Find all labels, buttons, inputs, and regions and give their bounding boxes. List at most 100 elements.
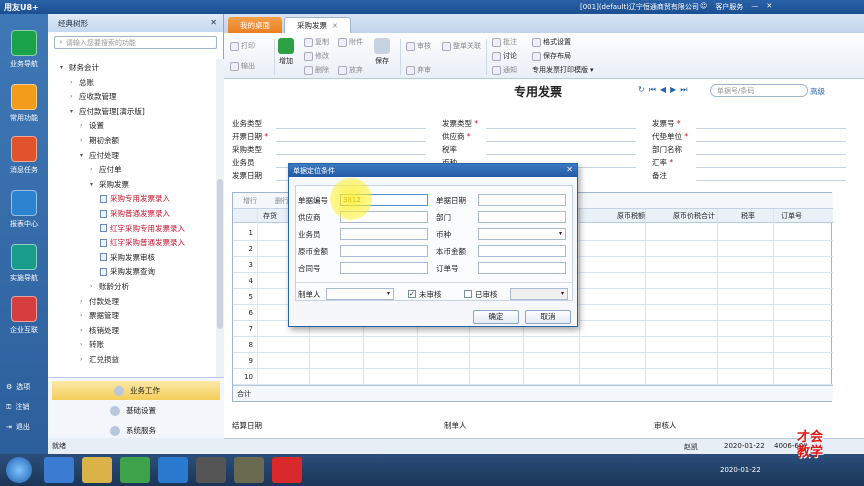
expand-arrow-icon[interactable]: ▾ (70, 108, 76, 115)
expand-arrow-icon[interactable]: › (70, 93, 76, 100)
field-input[interactable] (276, 128, 426, 129)
format-settings-button[interactable]: 格式设置 (532, 37, 571, 47)
field-input[interactable] (696, 141, 846, 142)
expand-arrow-icon[interactable]: ▾ (60, 64, 66, 71)
orig-amount-input[interactable] (340, 245, 428, 257)
field-input[interactable] (276, 154, 426, 155)
user-icon[interactable]: ☺ (700, 2, 707, 12)
supplier-input[interactable] (340, 211, 428, 223)
notify-button[interactable]: 通知 (492, 65, 517, 75)
field-input[interactable] (486, 154, 636, 155)
column-header[interactable]: 订单号 (781, 211, 802, 221)
audited-checkbox[interactable] (464, 290, 472, 298)
currency-select[interactable]: ▾ (478, 228, 566, 240)
tab-desktop[interactable]: 我的桌面 (228, 17, 282, 33)
tree-node[interactable]: 红字采购普通发票录入 (100, 237, 185, 248)
chat-icon[interactable] (158, 457, 188, 483)
whole-link-button[interactable]: 整单关联 (442, 41, 481, 51)
tree-node[interactable]: ▾ 采购发票 (90, 179, 129, 190)
tree-node[interactable]: 采购专用发票录入 (100, 193, 170, 204)
field-input[interactable] (696, 154, 846, 155)
bill-search-input[interactable]: 单据号/条码 (710, 84, 808, 97)
tab-purchase-invoice[interactable]: 采购发票 ✕ (284, 17, 351, 33)
field-input[interactable] (486, 128, 636, 129)
tree-node[interactable]: › 付款处理 (80, 296, 119, 307)
tree-node[interactable]: › 期初余额 (80, 135, 119, 146)
device-icon[interactable] (196, 457, 226, 483)
print-button[interactable]: 打印 (230, 41, 255, 51)
tree-node[interactable]: › 票据管理 (80, 310, 119, 321)
expand-arrow-icon[interactable]: ▾ (80, 152, 86, 159)
expand-arrow-icon[interactable]: › (80, 341, 86, 348)
tree-node[interactable]: › 账龄分析 (90, 281, 129, 292)
clerk-input[interactable] (340, 228, 428, 240)
table-row[interactable]: 9 (233, 353, 833, 369)
copy-button[interactable]: 复制 (304, 37, 329, 47)
options-button[interactable]: ⚙ 选项 (6, 382, 30, 392)
tree-node[interactable]: › 设置 (80, 120, 104, 131)
expand-arrow-icon[interactable]: › (70, 79, 76, 86)
maker-select[interactable]: ▾ (326, 288, 394, 300)
tree-node[interactable]: › 转账 (80, 339, 104, 350)
app-icon[interactable] (234, 457, 264, 483)
table-row[interactable]: 8 (233, 337, 833, 353)
scroll-thumb[interactable] (217, 179, 223, 329)
delete-row-button[interactable]: 删行 (275, 196, 289, 206)
modify-button[interactable]: 修改 (304, 51, 329, 61)
column-header[interactable]: 原币价税合计 (673, 211, 715, 221)
add-button[interactable]: 增加 (278, 38, 294, 66)
attach-button[interactable]: 附件 (338, 37, 363, 47)
nav-implement[interactable]: 实施导航 (0, 244, 48, 283)
save-layout-button[interactable]: 保存布局 (532, 51, 571, 61)
nav-business[interactable]: 业务导航 (0, 30, 48, 69)
exit-button[interactable]: ⇥ 退出 (6, 422, 30, 432)
field-input[interactable] (696, 167, 846, 168)
close-button[interactable]: ✕ (766, 2, 772, 12)
abandon-button[interactable]: 放弃 (338, 65, 363, 75)
tree-node[interactable]: ▾ 应付处理 (80, 150, 119, 161)
tree-node[interactable]: › 核销处理 (80, 325, 119, 336)
annotate-button[interactable]: 批注 (492, 37, 517, 47)
print-template-select[interactable]: 专用发票打印模版 ▾ (532, 65, 594, 75)
nav-message[interactable]: 消息任务 (0, 136, 48, 175)
expand-arrow-icon[interactable]: › (80, 312, 86, 319)
basic-settings-button[interactable]: 基础设置 (48, 401, 224, 420)
expand-arrow-icon[interactable]: › (80, 327, 86, 334)
field-input[interactable] (696, 180, 846, 181)
export-button[interactable]: 输出 (230, 61, 255, 71)
expand-arrow-icon[interactable]: › (80, 137, 86, 144)
order-input[interactable] (478, 262, 566, 274)
prev-record-icon[interactable]: ◀ (660, 85, 666, 95)
tree-node[interactable]: › 总账 (70, 77, 94, 88)
expand-arrow-icon[interactable]: ▾ (90, 181, 96, 188)
business-work-button[interactable]: 业务工作 (52, 381, 220, 400)
u8-icon[interactable] (272, 457, 302, 483)
delete-button[interactable]: 删除 (304, 65, 329, 75)
save-button[interactable]: 保存 (374, 38, 390, 66)
expand-arrow-icon[interactable]: › (80, 298, 86, 305)
field-input[interactable] (276, 141, 426, 142)
tree-node[interactable]: › 汇兑损益 (80, 354, 119, 365)
nav-enterprise[interactable]: 企业互联 (0, 296, 48, 335)
ie-icon[interactable] (44, 457, 74, 483)
nav-report[interactable]: 报表中心 (0, 190, 48, 229)
close-icon[interactable]: ✕ (566, 165, 573, 174)
field-input[interactable] (486, 141, 636, 142)
tree-node[interactable]: 采购发票审核 (100, 252, 155, 263)
tree-node[interactable]: 红字采购专用发票录入 (100, 223, 185, 234)
table-row[interactable]: 10 (233, 369, 833, 385)
audit-button[interactable]: 审核 (406, 41, 431, 51)
logout-button[interactable]: ⚿ 注销 (6, 402, 29, 412)
expand-arrow-icon[interactable]: › (80, 356, 86, 363)
tree-scrollbar[interactable] (216, 59, 224, 377)
bill-date-input[interactable] (478, 194, 566, 206)
next-record-icon[interactable]: ▶ (670, 85, 676, 95)
close-tab-icon[interactable]: ✕ (332, 22, 338, 30)
discuss-button[interactable]: 讨论 (492, 51, 517, 61)
column-header[interactable]: 原币税额 (617, 211, 645, 221)
first-record-icon[interactable]: ⏮ (649, 85, 656, 95)
column-header[interactable]: 存货 (263, 211, 277, 221)
local-amount-input[interactable] (478, 245, 566, 257)
tree-node[interactable]: › 应付单 (90, 164, 122, 175)
tree-node[interactable]: › 应收款管理 (70, 91, 117, 102)
